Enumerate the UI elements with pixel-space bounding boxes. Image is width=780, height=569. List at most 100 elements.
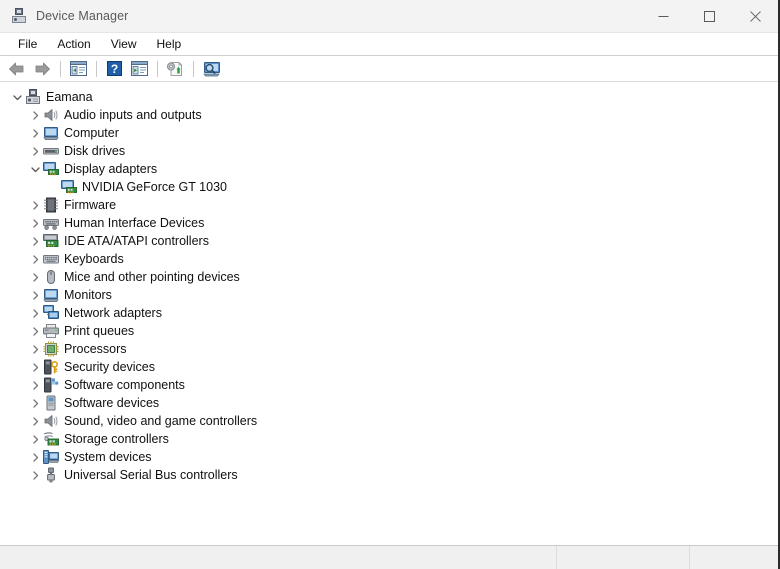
tree-item-label: System devices — [64, 450, 152, 464]
tree-row[interactable]: NVIDIA GeForce GT 1030 — [1, 178, 763, 196]
chevron-right-icon[interactable] — [27, 250, 43, 268]
minimize-button[interactable] — [640, 0, 686, 32]
tree-rows: Audio inputs and outputs Computer Disk dri… — [1, 106, 763, 484]
chevron-right-icon[interactable] — [27, 412, 43, 430]
menubar: File Action View Help — [0, 33, 778, 55]
toolbar-separator — [157, 60, 158, 77]
printer-icon — [43, 323, 59, 339]
tree-row[interactable]: Computer — [1, 124, 763, 142]
tree-row[interactable]: Mice and other pointing devices — [1, 268, 763, 286]
maximize-button[interactable] — [686, 0, 732, 32]
chevron-right-icon[interactable] — [27, 106, 43, 124]
firmware-chip-icon — [43, 197, 59, 213]
menu-help[interactable]: Help — [148, 34, 191, 54]
tree-item-label: Computer — [64, 126, 119, 140]
forward-button[interactable] — [30, 58, 54, 80]
menu-file[interactable]: File — [9, 34, 46, 54]
tree-row[interactable]: Sound, video and game controllers — [1, 412, 763, 430]
tree-row[interactable]: Network adapters — [1, 304, 763, 322]
titlebar: Device Manager — [0, 0, 778, 33]
status-pane-main — [0, 546, 557, 569]
tree-row[interactable]: System devices — [1, 448, 763, 466]
tree-row[interactable]: Print queues — [1, 322, 763, 340]
scan-hardware-button[interactable] — [199, 58, 223, 80]
statusbar — [0, 545, 778, 569]
svg-text:?: ? — [110, 62, 117, 76]
hid-icon — [43, 215, 59, 231]
menu-action[interactable]: Action — [48, 34, 99, 54]
chevron-right-icon[interactable] — [27, 124, 43, 142]
tree-row-root[interactable]: Eamana — [1, 88, 763, 106]
tree-row[interactable]: Monitors — [1, 286, 763, 304]
status-pane-secondary — [557, 546, 690, 569]
chevron-right-icon[interactable] — [27, 448, 43, 466]
usb-icon — [43, 467, 59, 483]
software-component-icon — [43, 377, 59, 393]
tree-row[interactable]: Human Interface Devices — [1, 214, 763, 232]
tree-row[interactable]: Universal Serial Bus controllers — [1, 466, 763, 484]
tree-item-label: Software devices — [64, 396, 160, 410]
tree-item-label: Processors — [64, 342, 127, 356]
mouse-icon — [43, 269, 59, 285]
help-button[interactable]: ? — [102, 58, 126, 80]
monitor-icon — [43, 287, 59, 303]
content-area: Eamana Audio inputs and outputs Computer D… — [0, 82, 778, 545]
tree-item-label: Display adapters — [64, 162, 158, 176]
tree-row[interactable]: Firmware — [1, 196, 763, 214]
chevron-right-icon[interactable] — [27, 430, 43, 448]
back-button[interactable] — [5, 58, 29, 80]
chevron-right-icon[interactable] — [27, 394, 43, 412]
tree-row[interactable]: Display adapters — [1, 160, 763, 178]
computer-root-icon — [25, 89, 41, 105]
chevron-right-icon[interactable] — [27, 214, 43, 232]
chevron-right-icon[interactable] — [27, 340, 43, 358]
disk-drive-icon — [43, 143, 59, 159]
system-device-icon — [43, 449, 59, 465]
tree-item-label: Mice and other pointing devices — [64, 270, 240, 284]
chevron-right-icon[interactable] — [27, 376, 43, 394]
vertical-scrollbar[interactable] — [763, 83, 778, 545]
tree-item-label: Monitors — [64, 288, 112, 302]
tree-row[interactable]: Security devices — [1, 358, 763, 376]
tree-row[interactable]: Audio inputs and outputs — [1, 106, 763, 124]
update-driver-button[interactable] — [163, 58, 187, 80]
toolbar: ? — [0, 55, 778, 82]
display-adapter-icon — [61, 179, 77, 195]
window-title: Device Manager — [36, 9, 129, 23]
menu-view[interactable]: View — [102, 34, 146, 54]
chevron-right-icon[interactable] — [27, 142, 43, 160]
tree-row[interactable]: Keyboards — [1, 250, 763, 268]
tree-row[interactable]: Processors — [1, 340, 763, 358]
chevron-down-icon[interactable] — [9, 88, 25, 106]
chevron-right-icon[interactable] — [27, 232, 43, 250]
device-manager-window: Device Manager File Action View Help ? E… — [0, 0, 780, 569]
tree-row[interactable]: Disk drives — [1, 142, 763, 160]
tree-item-label: Sound, video and game controllers — [64, 414, 258, 428]
chevron-down-icon[interactable] — [27, 160, 43, 178]
keyboard-icon — [43, 251, 59, 267]
chevron-right-icon[interactable] — [27, 196, 43, 214]
close-button[interactable] — [732, 0, 778, 32]
chevron-right-icon[interactable] — [27, 268, 43, 286]
chevron-right-icon[interactable] — [27, 466, 43, 484]
console-tree-button[interactable] — [66, 58, 90, 80]
tree-root-label: Eamana — [46, 90, 93, 104]
tree-row[interactable]: Storage controllers — [1, 430, 763, 448]
tree-item-label: Software components — [64, 378, 185, 392]
properties-button[interactable] — [127, 58, 151, 80]
ide-controller-icon — [43, 233, 59, 249]
chevron-right-icon[interactable] — [27, 358, 43, 376]
tree-item-label: Firmware — [64, 198, 117, 212]
tree-row[interactable]: Software devices — [1, 394, 763, 412]
chevron-right-icon[interactable] — [27, 304, 43, 322]
device-tree[interactable]: Eamana Audio inputs and outputs Computer D… — [0, 83, 763, 545]
tree-row[interactable]: Software components — [1, 376, 763, 394]
tree-item-label: Disk drives — [64, 144, 126, 158]
tree-item-label: Keyboards — [64, 252, 124, 266]
chevron-right-icon[interactable] — [27, 322, 43, 340]
speaker-icon — [43, 413, 59, 429]
tree-row[interactable]: IDE ATA/ATAPI controllers — [1, 232, 763, 250]
chevron-right-icon[interactable] — [27, 286, 43, 304]
tree-item-label: Security devices — [64, 360, 156, 374]
tree-item-label: Print queues — [64, 324, 135, 338]
